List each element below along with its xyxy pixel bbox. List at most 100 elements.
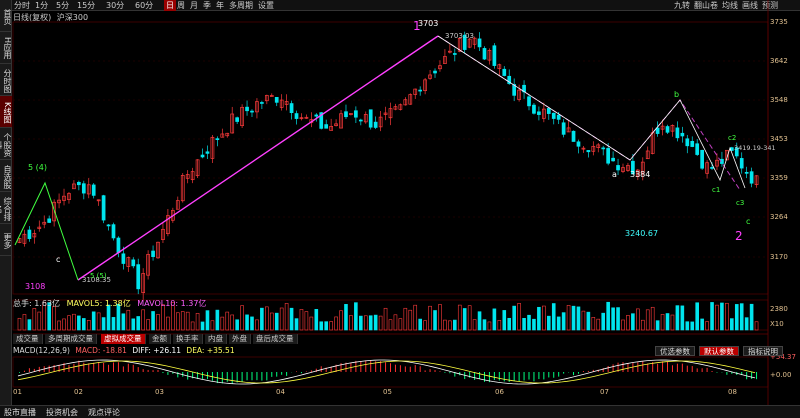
candle-body [546, 108, 551, 114]
volume-bar [542, 305, 546, 331]
volume-bar [339, 310, 343, 331]
volume-bar [77, 315, 81, 331]
volume-bar [566, 305, 571, 331]
c2-value: 3419.19-341 [734, 144, 776, 152]
month-label: 08 [728, 388, 737, 396]
candle-body [151, 250, 155, 257]
volume-bar [388, 319, 393, 331]
volume-bar [284, 303, 289, 331]
volume-bar [32, 308, 37, 331]
footer-link-1[interactable]: 投资机会 [46, 407, 78, 418]
indicator-tab-0[interactable]: 成交量 [13, 334, 43, 344]
volume-bar [354, 302, 358, 331]
volume-bar [408, 309, 413, 331]
volume-bar [393, 314, 398, 331]
volume-bar [497, 320, 502, 331]
diff-line [17, 359, 756, 385]
candle-body [606, 148, 611, 164]
volume-bar [240, 305, 244, 331]
candle-body [289, 103, 294, 114]
volume-bar [86, 319, 91, 331]
mavol10: MAVOL10: 1.37亿 [137, 299, 207, 308]
c2-label: c2 [728, 134, 736, 142]
volume-bar [680, 305, 685, 331]
volume-bar [215, 309, 220, 331]
volume-bar [67, 315, 71, 331]
volume-bar [136, 316, 141, 331]
volume-bar [319, 321, 324, 331]
volume-bar [255, 319, 259, 331]
high-value: 3703.03 [445, 32, 474, 40]
candle-body [695, 143, 700, 155]
volume-bar [428, 305, 432, 331]
price-tick: 3170 [770, 253, 788, 261]
volume-bar [373, 314, 378, 331]
price-tick: 3548 [770, 96, 788, 104]
volume-bar [190, 321, 195, 331]
candle-body [274, 97, 279, 103]
volume-bar [551, 303, 556, 331]
indicator-tab-7[interactable]: 盘后成交量 [253, 334, 298, 344]
candle-body [77, 181, 81, 186]
footer-link-0[interactable]: 股市直播 [4, 407, 36, 418]
candle-body [235, 117, 240, 122]
price-tick: 3359 [770, 174, 788, 182]
volume-bar [37, 311, 42, 331]
candle-body [418, 89, 423, 92]
volume-bar [690, 321, 695, 331]
indicator-tab-4[interactable]: 换手率 [173, 334, 203, 344]
c3-label: c3 [736, 199, 744, 207]
candle-body [314, 114, 319, 117]
candle-body [344, 111, 348, 118]
volume-bar [517, 303, 521, 331]
indicator-tab-5[interactable]: 内盘 [205, 334, 227, 344]
volume-bar [289, 307, 294, 331]
footer-bar: 股市直播 投资机会 观点评论 [0, 405, 800, 418]
month-label: 02 [74, 388, 83, 396]
volume-bar [448, 320, 452, 331]
volume-bar [205, 310, 210, 331]
indicator-tab-2[interactable]: 虚拟成交量 [101, 334, 146, 344]
volume-bar [121, 313, 126, 331]
candle-body [551, 112, 556, 119]
volume-bar [581, 310, 586, 331]
volume-bar [91, 311, 96, 331]
volume-bar [591, 317, 596, 331]
volume-bar [665, 313, 670, 331]
month-label: 03 [155, 388, 164, 396]
volume-bar [146, 319, 150, 331]
candle-body [675, 127, 680, 139]
footer-link-2[interactable]: 观点评论 [88, 407, 120, 418]
indicator-tab-6[interactable]: 外盘 [229, 334, 251, 344]
macd-btn-1[interactable]: 默认参数 [699, 346, 739, 356]
macd-btn-0[interactable]: 优选参数 [655, 346, 695, 356]
c-end-label: c [746, 217, 750, 226]
volume-bar [601, 312, 606, 331]
volume-bar [230, 314, 235, 331]
indicator-tab-1[interactable]: 多周期成交量 [45, 334, 97, 344]
macd-btn-2[interactable]: 指标说明 [743, 346, 783, 356]
volume-bar [368, 315, 373, 331]
volume-bar [596, 318, 601, 331]
candle-body [527, 96, 531, 107]
high-label: 3703 [418, 19, 438, 28]
panel-frame [12, 21, 769, 295]
volume-bar [334, 316, 338, 331]
volume-bar [467, 305, 472, 331]
volume-bar [82, 318, 86, 331]
wave-label-2: 2 [735, 229, 743, 243]
volume-bar [180, 311, 185, 331]
month-label: 01 [13, 388, 22, 396]
volume-bar [482, 319, 487, 331]
vol-tick: X10 [770, 320, 784, 328]
volume-bar [700, 318, 704, 331]
volume-bar [210, 320, 215, 331]
volume-bar [715, 304, 719, 331]
indicator-tab-3[interactable]: 金额 [149, 334, 171, 344]
volume-bar [725, 302, 729, 331]
volume-bar [269, 312, 274, 331]
volume-bar [611, 307, 615, 331]
volume-bar [126, 309, 131, 331]
volume-bar [141, 309, 145, 331]
wave5-label: 5 (4) [28, 163, 47, 172]
